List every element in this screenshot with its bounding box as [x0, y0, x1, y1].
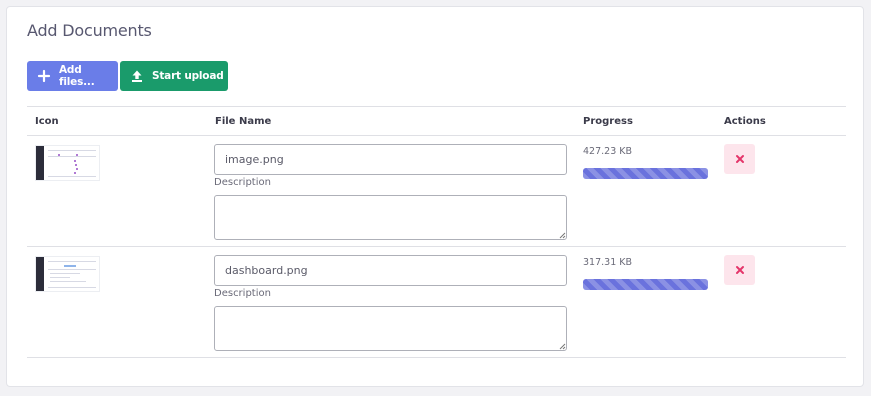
- image-thumbnail: [35, 256, 100, 292]
- image-thumbnail: [35, 145, 100, 181]
- close-icon: [735, 266, 744, 274]
- close-icon: [735, 155, 744, 163]
- start-upload-label: Start upload: [152, 70, 224, 82]
- file-size: 317.31 KB: [583, 257, 633, 268]
- progress-bar: [583, 279, 708, 290]
- delete-button[interactable]: [724, 144, 755, 174]
- delete-button[interactable]: [724, 255, 755, 285]
- resize-grip-icon[interactable]: [559, 343, 566, 350]
- card-title: Add Documents: [27, 21, 152, 40]
- file-name-input[interactable]: dashboard.png: [214, 255, 567, 286]
- header-actions: Actions: [724, 116, 766, 127]
- add-files-button[interactable]: Add files...: [27, 61, 118, 91]
- description-label: Description: [214, 177, 271, 188]
- file-name-input[interactable]: image.png: [214, 144, 567, 175]
- resize-grip-icon[interactable]: [559, 232, 566, 239]
- plus-icon: [37, 69, 51, 83]
- table-row: dashboard.png Description 317.31 KB: [27, 247, 846, 358]
- description-label: Description: [214, 288, 271, 299]
- header-icon: Icon: [35, 116, 59, 127]
- upload-icon: [130, 69, 144, 83]
- header-progress: Progress: [583, 116, 633, 127]
- progress-fill: [583, 168, 708, 179]
- add-files-label: Add files...: [59, 64, 95, 88]
- start-upload-button[interactable]: Start upload: [120, 61, 228, 91]
- progress-bar: [583, 168, 708, 179]
- header-file-name: File Name: [215, 116, 272, 127]
- table-row: image.png Description 427.23 KB: [27, 136, 846, 247]
- table-header: Icon File Name Progress Actions: [27, 106, 846, 136]
- add-documents-card: Add Documents Add files... Start upload …: [6, 6, 864, 387]
- progress-fill: [583, 279, 708, 290]
- upload-table: Icon File Name Progress Actions image.pn…: [27, 106, 846, 358]
- description-textarea[interactable]: [214, 195, 567, 240]
- description-textarea[interactable]: [214, 306, 567, 351]
- file-size: 427.23 KB: [583, 146, 633, 157]
